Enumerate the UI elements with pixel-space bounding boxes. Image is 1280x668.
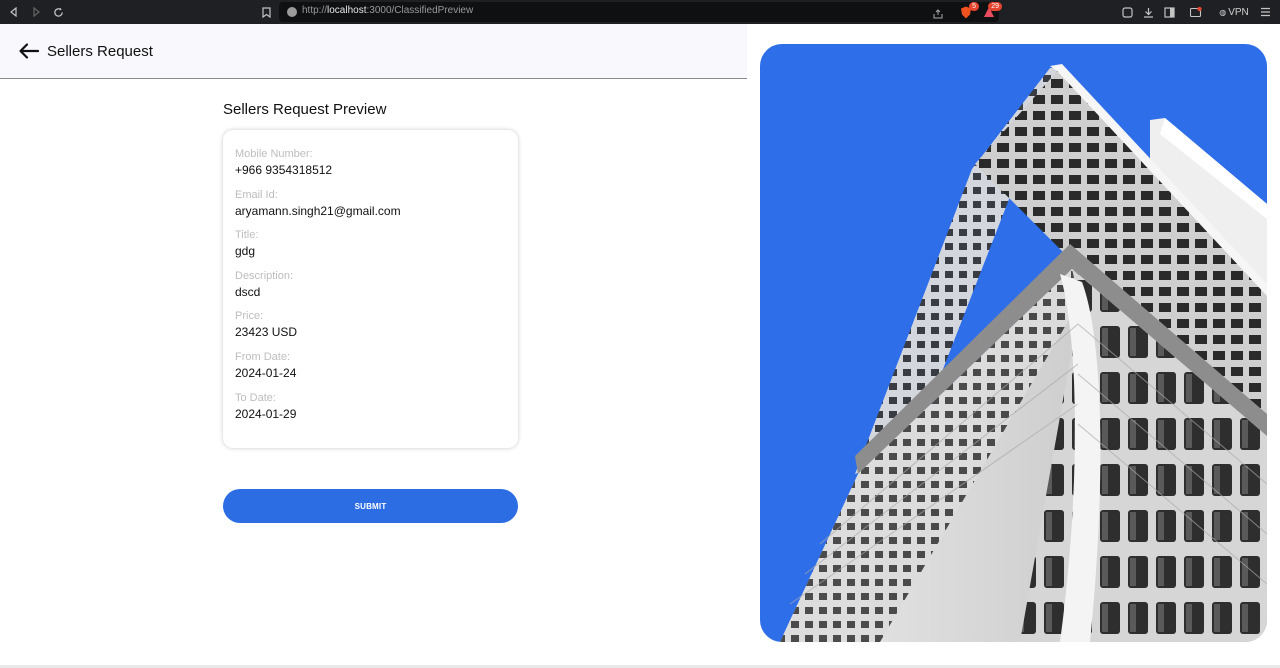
field-label: Mobile Number: [235,148,313,160]
field-value: aryamann.singh21@gmail.com [235,204,401,218]
skyscraper-illustration [780,64,1267,642]
url-text: http://localhost:3000/ClassifiedPreview [302,5,474,16]
field-value: 23423 USD [235,325,298,339]
field-label: From Date: [235,351,291,363]
vpn-button[interactable]: ◍ VPN [1219,4,1249,20]
globe-icon: ◍ [1219,7,1227,17]
reload-icon[interactable] [50,4,66,20]
field-label: Description: [235,270,294,282]
wallet-icon[interactable] [1188,4,1204,20]
back-arrow-icon[interactable] [18,42,40,60]
mobile-number-field: Mobile Number: +966 9354318512 [235,148,332,177]
vpn-label: VPN [1228,6,1249,18]
extensions-icon[interactable] [1120,4,1134,20]
brave-shield-icon[interactable]: 5 [959,2,979,20]
download-icon[interactable] [1141,4,1155,20]
from-date-field: From Date: 2024-01-24 [235,351,296,380]
address-bar[interactable]: http://localhost:3000/ClassifiedPreview [279,2,999,22]
email-field: Email Id: aryamann.singh21@gmail.com [235,189,401,218]
field-label: Email Id: [235,189,278,201]
rewards-icon[interactable]: 29 [982,2,1002,20]
field-label: Price: [235,310,264,322]
preview-card: Mobile Number: +966 9354318512 Email Id:… [223,130,518,448]
submit-button[interactable]: SUBMIT [223,489,518,523]
building-hero-image [760,44,1267,642]
page-title: Sellers Request [47,43,153,60]
forward-nav-icon[interactable] [28,4,44,20]
shield-count-badge: 5 [969,2,979,11]
field-value: 2024-01-24 [235,366,297,380]
menu-icon[interactable] [1258,4,1272,20]
field-label: Title: [235,229,259,241]
field-label: To Date: [235,392,276,404]
site-info-icon[interactable] [287,7,297,17]
price-field: Price: 23423 USD [235,310,297,339]
field-value: dscd [235,285,261,299]
preview-title: Sellers Request Preview [223,101,387,118]
field-value: gdg [235,244,256,258]
description-field: Description: dscd [235,270,293,299]
bookmark-icon[interactable] [258,4,274,20]
sidebar-icon[interactable] [1162,4,1176,20]
page-header: Sellers Request [0,24,747,79]
share-icon[interactable] [933,6,943,22]
field-value: +966 9354318512 [235,163,333,177]
title-field: Title: gdg [235,229,258,258]
alert-count-badge: 29 [988,2,1002,11]
browser-toolbar: http://localhost:3000/ClassifiedPreview … [0,0,1280,24]
to-date-field: To Date: 2024-01-29 [235,392,296,421]
back-nav-icon[interactable] [6,4,22,20]
field-value: 2024-01-29 [235,407,297,421]
